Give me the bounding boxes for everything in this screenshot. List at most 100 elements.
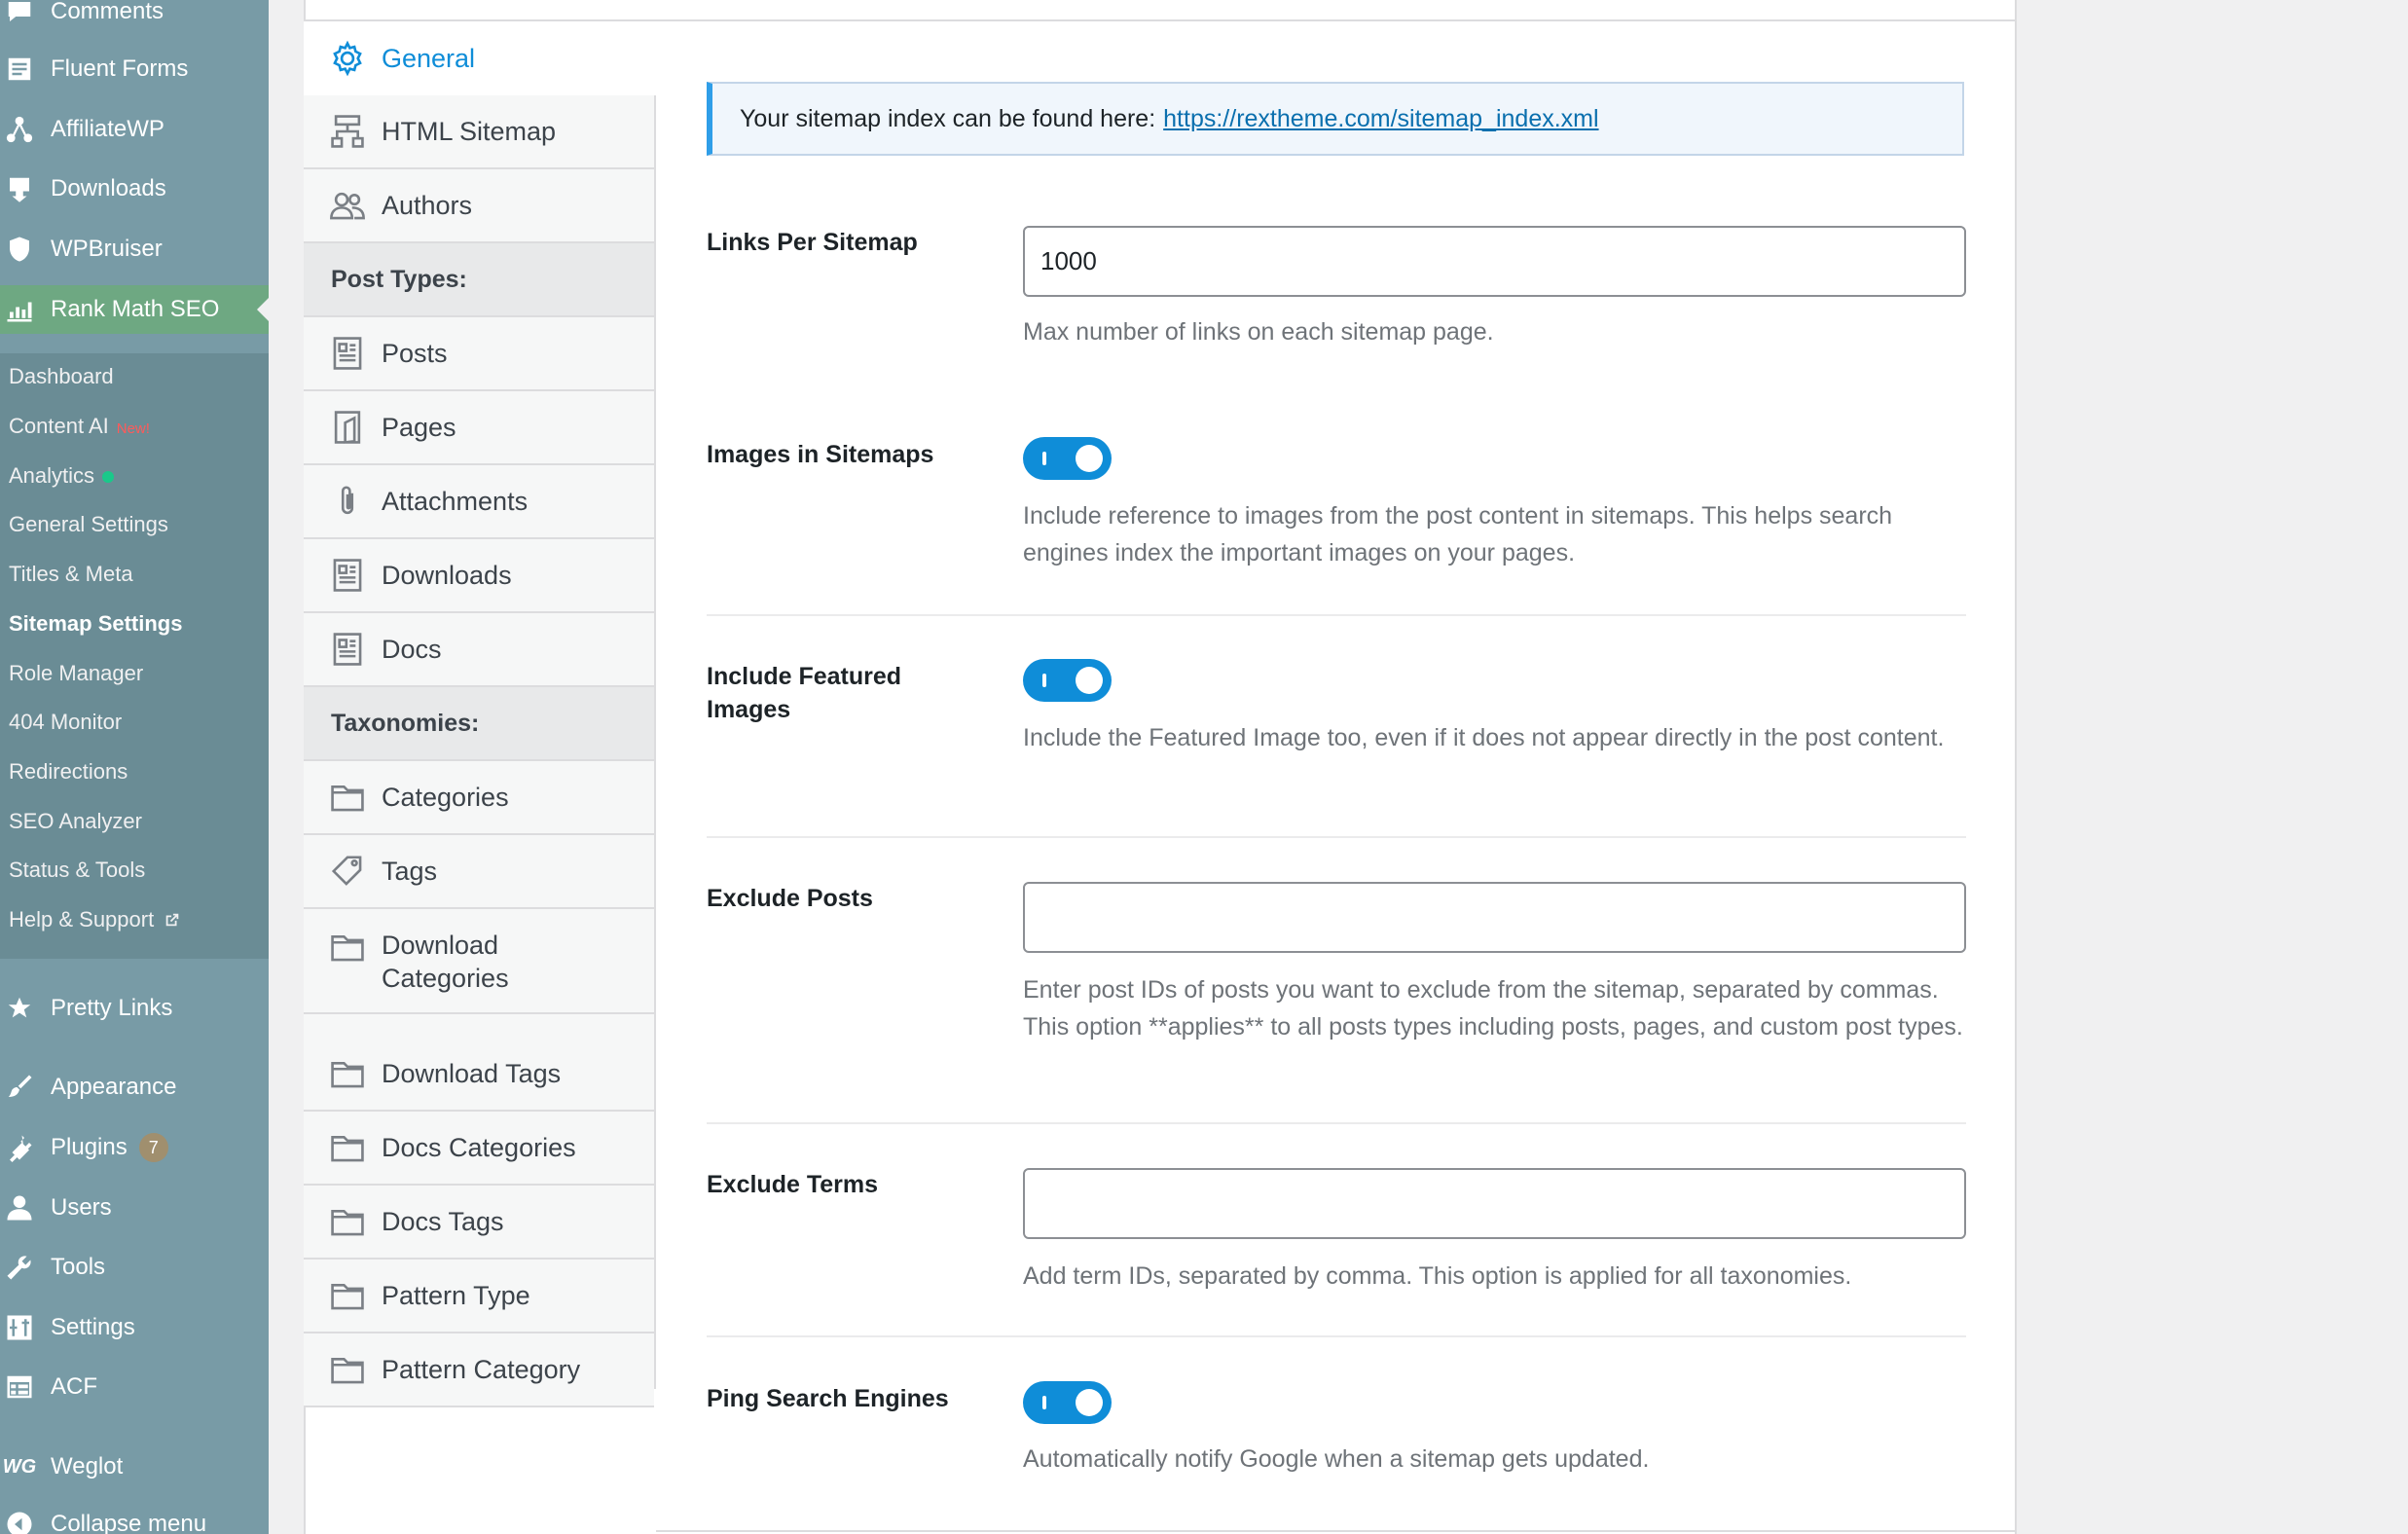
affiliate-icon (2, 112, 37, 147)
menu-item-collapse[interactable]: Collapse menu (0, 1500, 269, 1534)
tab-pattern-type[interactable]: Pattern Type (304, 1260, 654, 1333)
tab-download-tags[interactable]: Download Tags (304, 1038, 654, 1112)
menu-item-comments[interactable]: Comments (0, 0, 269, 36)
shield-icon (2, 232, 37, 267)
folder-icon (329, 1203, 366, 1240)
document-icon (329, 335, 366, 372)
menu-item-wpbruiser[interactable]: WPBruiser (0, 225, 269, 274)
tab-heading-taxonomies: Taxonomies: (304, 687, 654, 761)
brush-icon (2, 1070, 37, 1105)
content-bottom-border (656, 1530, 2015, 1532)
settings-tabs: General HTML Sitemap Authors Post Types:… (304, 21, 658, 1407)
downloads-icon (2, 171, 37, 206)
admin-sidebar: Comments Fluent Forms AffiliateWP Downlo… (0, 0, 269, 1534)
exclude-posts-description: Enter post IDs of posts you want to excl… (1023, 976, 1963, 1041)
tab-categories[interactable]: Categories (304, 761, 654, 835)
submenu-analytics[interactable]: Analytics (9, 460, 115, 492)
include-featured-images-label: Include Featured Images (707, 663, 902, 723)
ping-search-engines-label: Ping Search Engines (707, 1385, 949, 1412)
sitemap-icon (329, 113, 366, 150)
menu-item-settings[interactable]: Settings (0, 1303, 269, 1352)
users-icon (329, 187, 366, 224)
exclude-terms-input[interactable] (1023, 1168, 1966, 1239)
tag-icon (329, 853, 366, 890)
star-icon (2, 991, 37, 1026)
section-divider (707, 1122, 1966, 1124)
forms-icon (2, 52, 37, 87)
tab-docs-tags[interactable]: Docs Tags (304, 1186, 654, 1260)
section-divider (707, 1335, 1966, 1337)
menu-item-pretty-links[interactable]: Pretty Links (0, 984, 269, 1033)
tab-docs-categories[interactable]: Docs Categories (304, 1112, 654, 1186)
ping-search-engines-toggle[interactable] (1023, 1381, 1112, 1424)
menu-item-appearance[interactable]: Appearance (0, 1063, 269, 1112)
folder-icon (329, 1351, 366, 1388)
menu-item-acf[interactable]: ACF (0, 1363, 269, 1411)
tab-downloads[interactable]: Downloads (304, 539, 654, 613)
section-divider (707, 614, 1966, 616)
ping-search-engines-description: Automatically notify Google when a sitem… (1023, 1445, 1650, 1473)
submenu-redirections[interactable]: Redirections (9, 756, 128, 787)
tab-attachments[interactable]: Attachments (304, 465, 654, 539)
menu-item-plugins[interactable]: Plugins 7 (0, 1123, 269, 1172)
include-featured-images-toggle[interactable] (1023, 659, 1112, 702)
plugins-update-badge: 7 (138, 1133, 168, 1162)
document-icon (329, 631, 366, 668)
menu-item-weglot[interactable]: WG Weglot (0, 1443, 269, 1491)
external-link-icon (165, 913, 179, 927)
paperclip-icon (329, 483, 366, 520)
submenu-general-settings[interactable]: General Settings (9, 509, 168, 540)
submenu-404-monitor[interactable]: 404 Monitor (9, 707, 122, 738)
status-dot (102, 471, 115, 483)
rankmath-icon (2, 292, 37, 327)
submenu-content-ai[interactable]: Content AI New! (9, 411, 150, 442)
page-icon (329, 409, 366, 446)
tab-pattern-category[interactable]: Pattern Category (304, 1333, 654, 1407)
sitemap-index-link[interactable]: https://rextheme.com/sitemap_index.xml (1163, 105, 1598, 133)
submenu-sitemap-settings[interactable]: Sitemap Settings (9, 608, 182, 639)
menu-item-affiliatewp[interactable]: AffiliateWP (0, 105, 269, 154)
menu-item-tools[interactable]: Tools (0, 1243, 269, 1292)
menu-item-fluent-forms[interactable]: Fluent Forms (0, 45, 269, 93)
tab-general[interactable]: General (304, 21, 658, 95)
tab-docs[interactable]: Docs (304, 613, 654, 687)
submenu-titles-meta[interactable]: Titles & Meta (9, 559, 133, 590)
images-in-sitemaps-label: Images in Sitemaps (707, 441, 934, 468)
tab-download-categories[interactable]: Download Categories (304, 909, 654, 1014)
gear-icon (329, 40, 366, 77)
include-featured-images-description: Include the Featured Image too, even if … (1023, 724, 1945, 751)
tab-posts[interactable]: Posts (304, 317, 654, 391)
plugin-icon (2, 1130, 37, 1165)
tab-html-sitemap[interactable]: HTML Sitemap (304, 95, 654, 169)
menu-item-downloads[interactable]: Downloads (0, 164, 269, 213)
tab-authors[interactable]: Authors (304, 169, 654, 243)
folder-icon (329, 1055, 366, 1092)
tab-pages[interactable]: Pages (304, 391, 654, 465)
submenu-dashboard[interactable]: Dashboard (9, 361, 114, 392)
rank-math-submenu: Dashboard Content AI New! Analytics Gener… (0, 353, 269, 959)
wrench-icon (2, 1250, 37, 1285)
tab-tags[interactable]: Tags (304, 835, 654, 909)
submenu-status-tools[interactable]: Status & Tools (9, 855, 145, 886)
section-divider (707, 836, 1966, 838)
collapse-icon (2, 1507, 37, 1534)
menu-item-users[interactable]: Users (0, 1184, 269, 1232)
document-icon (329, 557, 366, 594)
menu-item-rank-math-seo[interactable]: Rank Math SEO (0, 285, 269, 334)
links-per-sitemap-description: Max number of links on each sitemap page… (1023, 318, 1494, 346)
images-in-sitemaps-toggle[interactable] (1023, 437, 1112, 480)
submenu-help-support[interactable]: Help & Support (9, 904, 181, 935)
weglot-icon: WG (2, 1455, 37, 1478)
links-per-sitemap-input[interactable] (1023, 226, 1966, 297)
settings-icon (2, 1310, 37, 1345)
folder-icon (329, 1277, 366, 1314)
acf-icon (2, 1370, 37, 1405)
sitemap-notice: Your sitemap index can be found here: ht… (707, 82, 1964, 156)
submenu-role-manager[interactable]: Role Manager (9, 658, 143, 689)
user-icon (2, 1190, 37, 1225)
images-in-sitemaps-description: Include reference to images from the pos… (1023, 502, 1893, 566)
new-badge: New! (116, 420, 150, 437)
exclude-posts-input[interactable] (1023, 882, 1966, 953)
submenu-seo-analyzer[interactable]: SEO Analyzer (9, 806, 142, 837)
comments-icon (2, 0, 37, 29)
